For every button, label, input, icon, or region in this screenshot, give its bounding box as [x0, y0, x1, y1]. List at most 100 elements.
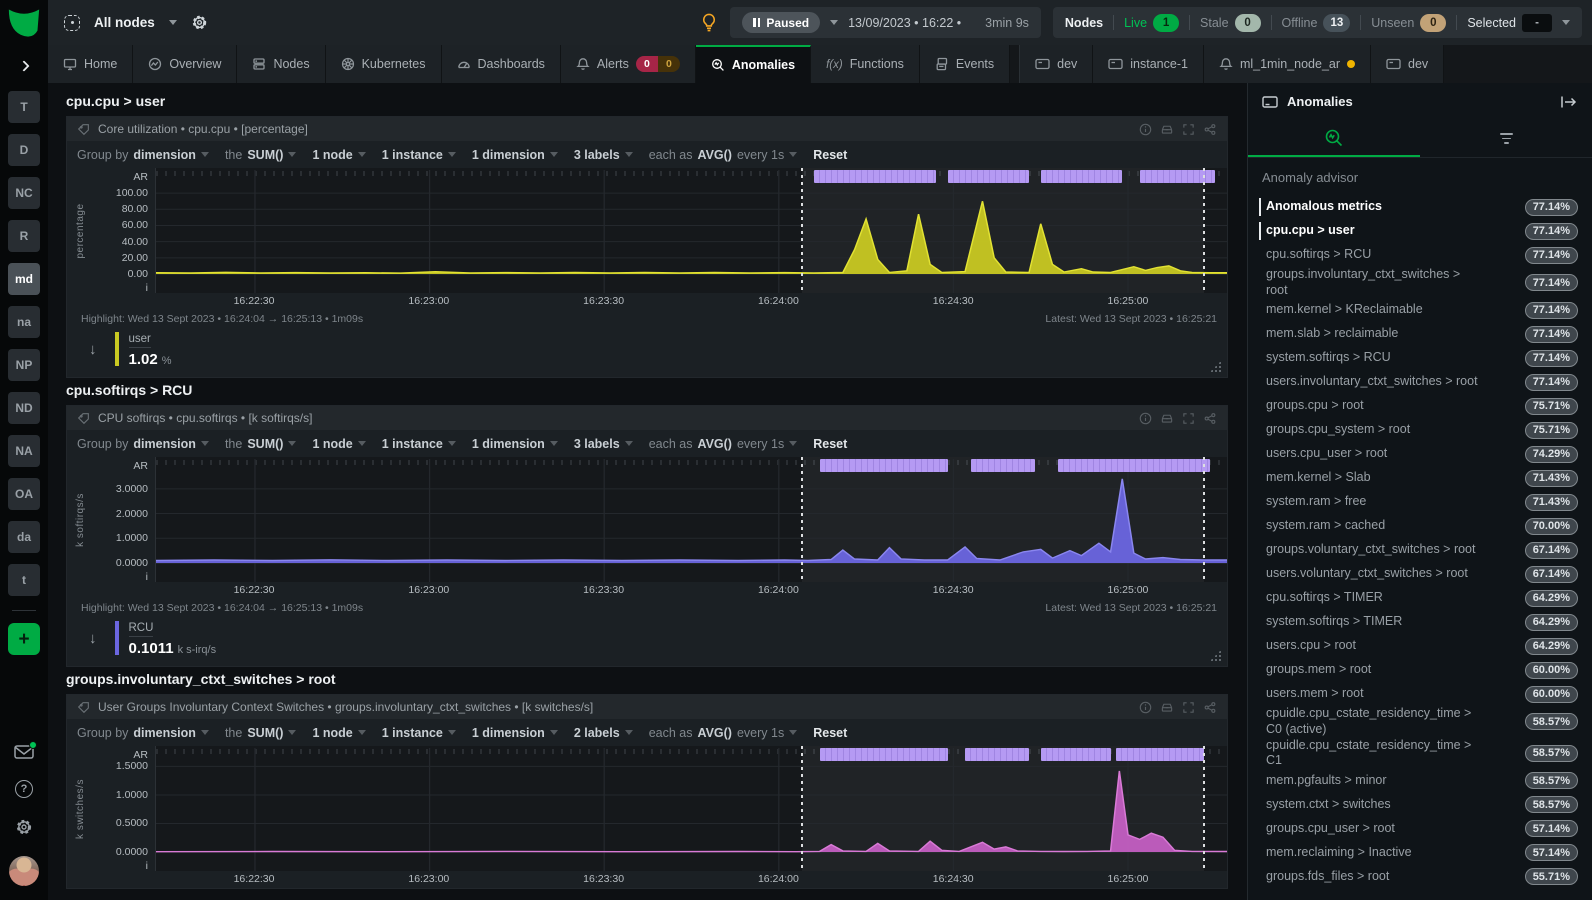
settings-icon[interactable] [15, 818, 33, 836]
expand-sidebar-button[interactable] [13, 55, 35, 77]
space-R[interactable]: R [8, 220, 40, 252]
tab-overview[interactable]: Overview [133, 45, 237, 83]
anomaly-list-item[interactable]: mem.pgfaults > minor58.57% [1262, 769, 1578, 793]
nodes-offline[interactable]: Offline13 [1282, 14, 1351, 32]
insights-bulb-icon[interactable] [700, 13, 718, 33]
space-T[interactable]: T [8, 91, 40, 123]
toolbar-dropdown[interactable]: theSUM() [225, 437, 297, 451]
space-settings-icon[interactable] [191, 14, 208, 31]
share-icon[interactable] [1203, 701, 1217, 714]
toolbar-dropdown[interactable]: 1 node [312, 148, 365, 162]
highlight-edge[interactable] [1203, 746, 1205, 871]
tab-dev[interactable]: dev [1020, 45, 1093, 83]
toolbar-dropdown[interactable]: 1 instance [382, 437, 456, 451]
share-icon[interactable] [1203, 412, 1217, 425]
anomaly-list-item[interactable]: groups.fds_files > root55.71% [1262, 865, 1578, 889]
collapse-sidebar-icon[interactable] [1560, 95, 1578, 109]
anomaly-list-item[interactable]: users.mem > root60.00% [1262, 682, 1578, 706]
anomaly-list-item[interactable]: groups.voluntary_ctxt_switches > root67.… [1262, 538, 1578, 562]
anomaly-list-item[interactable]: groups.involuntary_ctxt_switches > root7… [1262, 267, 1578, 298]
anomaly-list-item[interactable]: cpu.cpu > user77.14% [1262, 219, 1578, 243]
nodes-selected[interactable]: Selected- [1467, 14, 1552, 32]
space-ND[interactable]: ND [8, 392, 40, 424]
anomaly-list-item[interactable]: cpuidle.cpu_cstate_residency_time > C0 (… [1262, 706, 1578, 737]
anomaly-list-item[interactable]: mem.kernel > KReclaimable77.14% [1262, 298, 1578, 322]
expand-icon[interactable] [1182, 701, 1195, 714]
toolbar-dropdown[interactable]: 3 labels [574, 437, 633, 451]
anomaly-list-item[interactable]: mem.reclaiming > Inactive57.14% [1262, 841, 1578, 865]
legend-dimension-name[interactable]: RCU [129, 622, 154, 637]
help-icon[interactable]: ? [15, 780, 33, 798]
space-md[interactable]: md [8, 263, 40, 295]
toolbar-dropdown[interactable]: each asAVG()every 1s [649, 437, 798, 451]
anomaly-list-item[interactable]: system.ram > free71.43% [1262, 490, 1578, 514]
resize-handle[interactable] [1210, 361, 1221, 372]
anomaly-list-item[interactable]: users.voluntary_ctxt_switches > root67.1… [1262, 562, 1578, 586]
pause-button[interactable]: Paused [742, 12, 820, 33]
tab-filters[interactable] [1420, 120, 1592, 157]
anomaly-list-item[interactable]: mem.slab > reclaimable77.14% [1262, 322, 1578, 346]
drawer-icon[interactable] [1160, 123, 1174, 136]
user-avatar[interactable] [9, 856, 39, 886]
legend-dimension-name[interactable]: user [129, 333, 151, 348]
tab-dashboards[interactable]: Dashboards [442, 45, 561, 83]
anomaly-list-item[interactable]: system.ram > cached70.00% [1262, 514, 1578, 538]
info-icon[interactable] [1139, 123, 1152, 136]
info-icon[interactable] [1139, 412, 1152, 425]
anomaly-list-item[interactable]: users.cpu_user > root74.29% [1262, 442, 1578, 466]
chevron-down-icon[interactable] [830, 20, 838, 25]
toolbar-dropdown[interactable]: 1 dimension [472, 437, 558, 451]
anomaly-list-item[interactable]: cpu.softirqs > RCU77.14% [1262, 243, 1578, 267]
anomaly-list-item[interactable]: groups.mem > root60.00% [1262, 658, 1578, 682]
expand-icon[interactable] [1182, 412, 1195, 425]
space-D[interactable]: D [8, 134, 40, 166]
chevron-down-icon[interactable] [169, 20, 177, 25]
anomaly-list-item[interactable]: groups.cpu_system > root75.71% [1262, 418, 1578, 442]
toolbar-dropdown[interactable]: 1 node [312, 726, 365, 740]
share-icon[interactable] [1203, 123, 1217, 136]
space-OA[interactable]: OA [8, 478, 40, 510]
space-NA[interactable]: NA [8, 435, 40, 467]
tab-anomaly-advisor[interactable] [1248, 120, 1420, 157]
drawer-icon[interactable] [1160, 701, 1174, 714]
reset-button[interactable]: Reset [813, 437, 847, 451]
anomaly-list-item[interactable]: users.involuntary_ctxt_switches > root77… [1262, 370, 1578, 394]
anomaly-list-item[interactable]: system.softirqs > TIMER64.29% [1262, 610, 1578, 634]
drawer-icon[interactable] [1160, 412, 1174, 425]
toolbar-dropdown[interactable]: theSUM() [225, 726, 297, 740]
toolbar-dropdown[interactable]: 1 dimension [472, 148, 558, 162]
anomaly-list-item[interactable]: groups.cpu > root75.71% [1262, 394, 1578, 418]
anomaly-list-item[interactable]: groups.cpu_user > root57.14% [1262, 817, 1578, 841]
tab-anomalies[interactable]: Anomalies [696, 45, 811, 83]
highlight-edge[interactable] [1203, 168, 1205, 293]
tab-instance-1[interactable]: instance-1 [1093, 45, 1204, 83]
anomaly-list-item[interactable]: mem.kernel > Slab71.43% [1262, 466, 1578, 490]
chart-plot-area[interactable] [155, 746, 1227, 871]
space-da[interactable]: da [8, 521, 40, 553]
toolbar-dropdown[interactable]: theSUM() [225, 148, 297, 162]
toolbar-dropdown[interactable]: Group bydimension [77, 726, 209, 740]
space-na[interactable]: na [8, 306, 40, 338]
nodes-stale[interactable]: Stale0 [1200, 14, 1261, 32]
anomaly-list-item[interactable]: users.cpu > root64.29% [1262, 634, 1578, 658]
toolbar-dropdown[interactable]: each asAVG()every 1s [649, 726, 798, 740]
highlight-edge[interactable] [801, 746, 803, 871]
tab-dev[interactable]: dev [1371, 45, 1444, 83]
toolbar-dropdown[interactable]: 1 instance [382, 148, 456, 162]
anomaly-list-item[interactable]: system.ctxt > switches58.57% [1262, 793, 1578, 817]
nodes-live[interactable]: Live1 [1124, 14, 1179, 32]
dimension-sort-icon[interactable]: ↓ [89, 341, 97, 358]
toolbar-dropdown[interactable]: each asAVG()every 1s [649, 148, 798, 162]
highlight-edge[interactable] [801, 168, 803, 293]
anomaly-list-item[interactable]: cpuidle.cpu_cstate_residency_time > C158… [1262, 738, 1578, 769]
toolbar-dropdown[interactable]: 3 labels [574, 148, 633, 162]
add-space-button[interactable]: + [8, 623, 40, 655]
netdata-logo[interactable] [0, 0, 48, 45]
tab-nodes[interactable]: Nodes [237, 45, 325, 83]
anomaly-list-item[interactable]: system.softirqs > RCU77.14% [1262, 346, 1578, 370]
toolbar-dropdown[interactable]: Group bydimension [77, 437, 209, 451]
tab-home[interactable]: Home [48, 45, 133, 83]
tab-functions[interactable]: f(x)Functions [811, 45, 920, 83]
nodes-unseen[interactable]: Unseen0 [1371, 14, 1446, 32]
node-selector[interactable]: All nodes [94, 15, 155, 30]
